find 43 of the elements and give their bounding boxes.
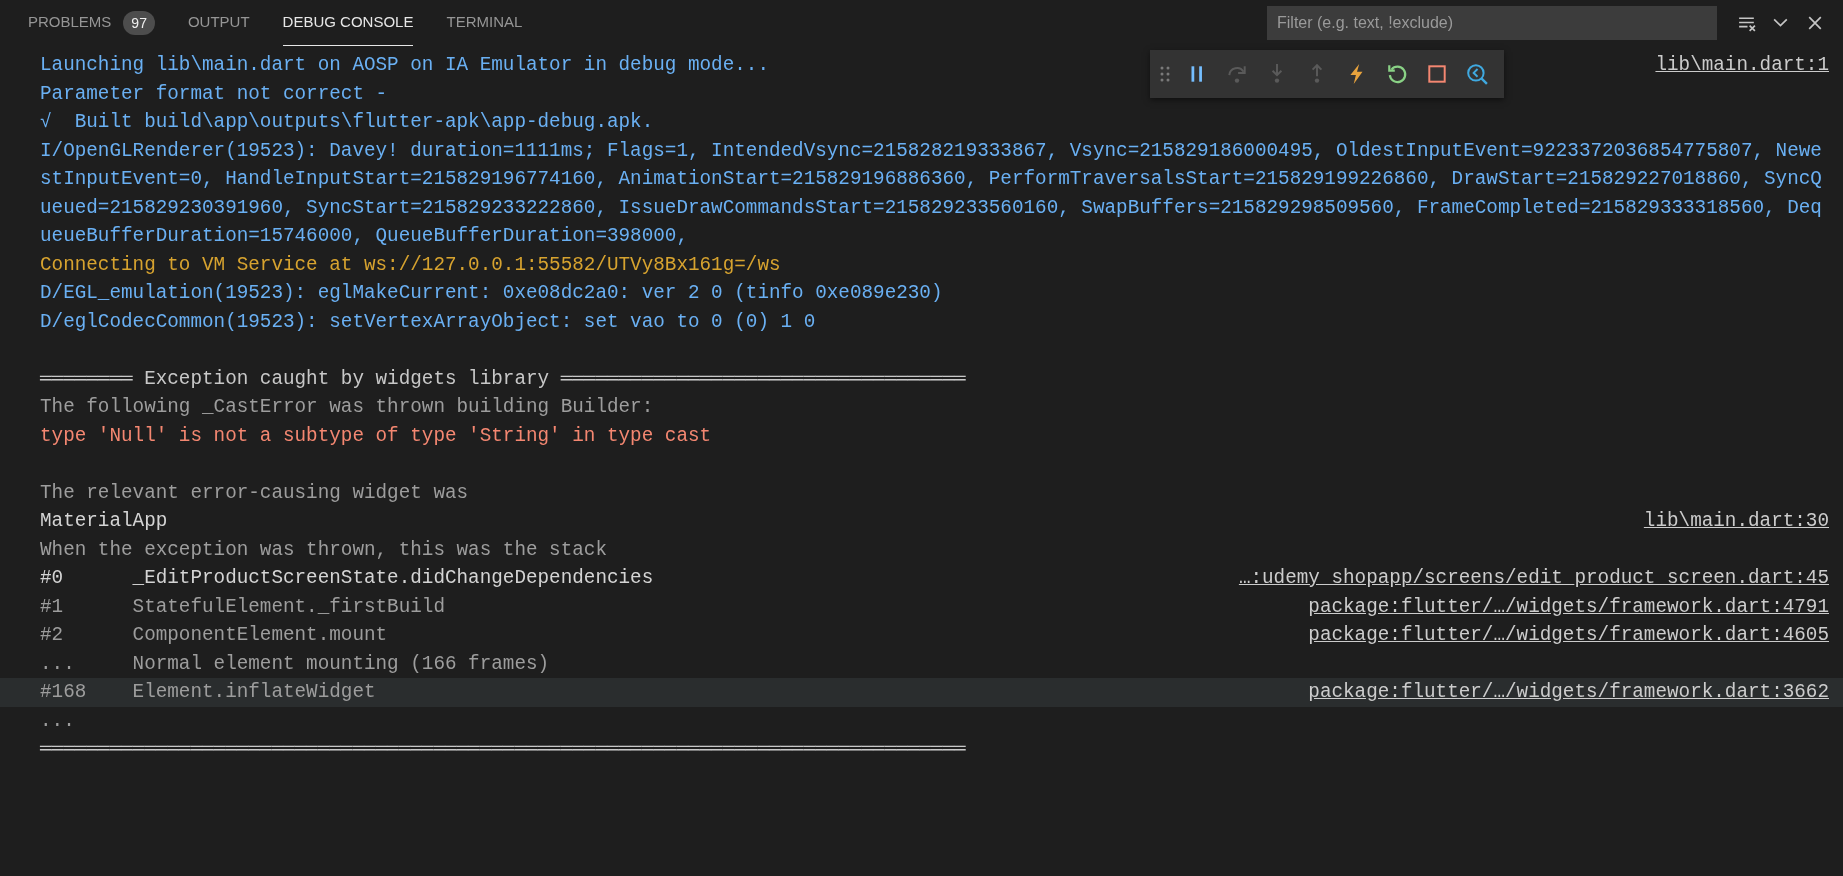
frame-number: ... (40, 651, 76, 677)
filter-field[interactable]: Filter (e.g. text, !exclude) (1267, 6, 1717, 40)
count-badge: 97 (123, 10, 155, 35)
source-link[interactable]: lib\main.dart:1 (1655, 51, 1829, 80)
frame-name: _EditProductScreenState.didChangeDependencies (132, 566, 654, 591)
panel-tab[interactable]: OUTPUT (187, 0, 250, 46)
log-line: I/OpenGLRenderer(19523): Davey! duration=1111ms; Flags=1, IntendedVsync=215828219333867, Vsync=215829186000495, OldestInputEvent=9223372036854775807, NewestInputEvent=0, HandleInputStart=215829196774160, AnimationStart=215829196886360, PerformTraversalsStart=215829199226860, DrawStart=215829227018860, SyncQueued=215829230391960, SyncStart=215829233222860, IssueDrawCommandsStart=215829233560160, SwapBuffers=215829298509560, FrameCompleted=215829333318560, DequeueBufferDuration=15746000, QueueBufferDuration=398000, (40, 138, 1823, 249)
source-link[interactable]: package:flutter/…/widgets/framework.dart:4791 (1308, 592, 1829, 621)
source-link[interactable]: lib\main.dart:30 (1643, 507, 1829, 536)
magnifier-icon (1466, 63, 1488, 85)
frame-name: Element.inflateWidget (132, 680, 376, 705)
log-line: The relevant error-causing widget was (40, 480, 469, 506)
log-line: Parameter format not correct - (40, 81, 388, 107)
step-over-icon (1226, 63, 1248, 85)
frame-number: #1 (40, 594, 65, 620)
panel-tab[interactable]: TERMINAL (446, 0, 523, 46)
log-line: D/EGL_emulation(19523): eglMakeCurrent: 0xe08dc2a0: ver 2 0 (tinfo 0xe089e230) (40, 281, 943, 306)
frame-number: #168 (40, 680, 88, 705)
log-line: √ Built build\app\outputs\flutter-apk\app-debug.apk. (40, 110, 654, 135)
frame-name: StatefulElement._firstBuild (132, 594, 445, 620)
log-line: Connecting to VM Service at ws://127.0.0.1:55582/UTVy8Bx161g=/ws (40, 252, 781, 278)
restart-icon (1386, 63, 1408, 85)
separator-line: ════════ Exception caught by widgets library ═══════════════════════════════════ (40, 366, 966, 392)
separator-line: ════════════════════════════════════════════════════════════════════════════════ (40, 737, 966, 762)
frame-name: ComponentElement.mount (132, 623, 388, 648)
log-line: type 'Null' is not a subtype of type 'String' in type cast (40, 423, 712, 449)
panel-tab[interactable]: DEBUG CONSOLE (282, 0, 414, 46)
frame-number: #0 (40, 566, 65, 591)
log-line: Launching lib\main.dart on AOSP on IA Emulator in debug mode... (40, 53, 769, 78)
source-link[interactable]: package:flutter/…/widgets/framework.dart:4605 (1308, 621, 1829, 650)
stack-frame-row[interactable]: #168 Element.inflateWidget package:flutter/…/widgets/framework.dart:3662 (0, 678, 1843, 707)
frame-number: #2 (40, 623, 65, 648)
log-line: MaterialApp (40, 509, 168, 534)
drag-handle[interactable] (1160, 66, 1170, 82)
stop-icon (1426, 63, 1448, 85)
panel-tab[interactable]: PROBLEMS 97 (28, 0, 155, 46)
log-line: D/eglCodecCommon(19523): setVertexArrayObject: set vao to 0 (0) 1 0 (40, 309, 816, 335)
frame-name: Normal element mounting (166 frames) (132, 651, 550, 677)
source-link[interactable]: package:flutter/…/widgets/framework.dart:3662 (1308, 678, 1829, 707)
log-line: The following _CastError was thrown building Builder: (40, 395, 654, 420)
log-line: When the exception was thrown, this was the stack (40, 537, 607, 563)
source-link[interactable]: …:udemy_shopapp/screens/edit_product_screen.dart:45 (1238, 564, 1829, 593)
log-line: ... (40, 708, 75, 734)
